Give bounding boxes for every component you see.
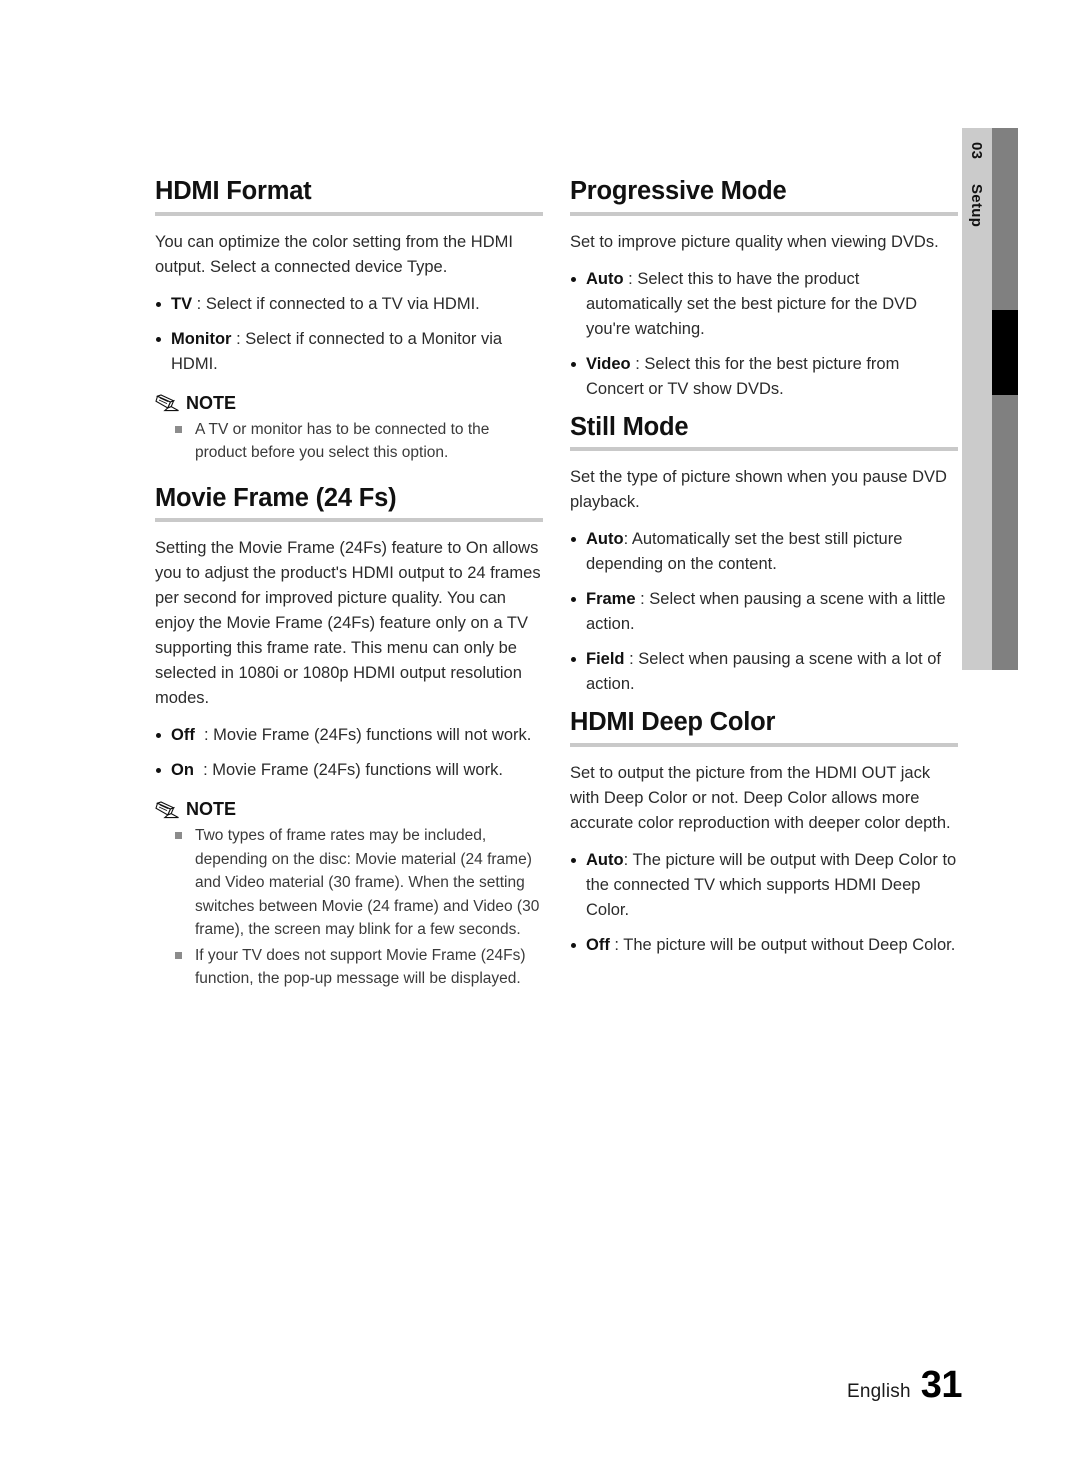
- footer-page-number: 31: [920, 1364, 963, 1406]
- section-heading: Progressive Mode: [570, 177, 787, 205]
- pencil-note-icon: [155, 800, 181, 820]
- option-description: Movie Frame (24Fs) functions will not wo…: [213, 726, 532, 745]
- option-list: Off : Movie Frame (24Fs) functions will …: [155, 723, 543, 783]
- option-separator: :: [193, 761, 213, 780]
- option-separator: :: [192, 294, 206, 313]
- chapter-name: Setup: [968, 184, 985, 228]
- section-heading: Still Mode: [570, 412, 689, 441]
- option-description: The picture will be output without Deep …: [623, 935, 956, 954]
- option-name: Off: [171, 726, 195, 745]
- section-heading: Movie Frame (24 Fs): [155, 483, 397, 512]
- option-list: Auto: The picture will be output with De…: [570, 848, 958, 958]
- note-list: A TV or monitor has to be connected to t…: [155, 418, 543, 465]
- option-list-item: Auto : Select this to have the product a…: [570, 267, 958, 342]
- chapter-tab-label-strip: 03 Setup: [962, 128, 992, 670]
- section-heading: HDMI Deep Color: [570, 708, 776, 737]
- option-description: The picture will be output with Deep Col…: [586, 850, 957, 919]
- option-separator: :: [231, 329, 246, 348]
- note-list-item: If your TV does not support Movie Frame …: [175, 944, 543, 991]
- chapter-number: 03: [968, 142, 985, 160]
- chapter-side-tab: 03 Setup: [962, 128, 1018, 670]
- section-heading-rule: [155, 211, 543, 216]
- option-list: Auto: Automatically set the best still p…: [570, 527, 958, 697]
- note-heading: NOTE: [155, 799, 543, 820]
- option-list-item: TV : Select if connected to a TV via HDM…: [155, 292, 543, 317]
- option-list-item: Auto: The picture will be output with De…: [570, 848, 958, 923]
- section-paragraph: You can optimize the color setting from …: [155, 232, 513, 276]
- chapter-tab-rail: [992, 128, 1018, 670]
- left-column: HDMI Format You can optimize the color se…: [155, 176, 543, 1009]
- option-separator: :: [635, 590, 650, 609]
- option-list-item: Field : Select when pausing a scene with…: [570, 647, 958, 697]
- option-list: Auto : Select this to have the product a…: [570, 267, 958, 402]
- option-name: Video: [586, 354, 631, 373]
- option-list-item: Video : Select this for the best picture…: [570, 352, 958, 402]
- section-paragraph: Set the type of picture shown when you p…: [570, 468, 947, 512]
- note-block: NOTE A TV or monitor has to be connected …: [155, 393, 543, 465]
- pencil-note-icon: [155, 393, 181, 413]
- option-separator: :: [623, 530, 632, 549]
- note-list-item: A TV or monitor has to be connected to t…: [175, 418, 543, 465]
- option-list-item: Frame : Select when pausing a scene with…: [570, 587, 958, 637]
- option-description: Select if connected to a TV via HDMI.: [205, 294, 480, 313]
- note-list: Two types of frame rates may be included…: [155, 824, 543, 991]
- option-description: Automatically set the best still picture…: [586, 530, 903, 574]
- option-name: Off: [586, 935, 610, 954]
- section-paragraph: Set to improve picture quality when view…: [570, 232, 939, 251]
- section-heading-rule: [570, 742, 958, 747]
- option-separator: :: [623, 269, 638, 288]
- note-label: NOTE: [186, 392, 237, 413]
- option-list-item: Monitor : Select if connected to a Monit…: [155, 327, 543, 377]
- option-name: TV: [171, 294, 193, 313]
- option-list-item: Auto: Automatically set the best still p…: [570, 527, 958, 577]
- option-name: Field: [586, 650, 625, 669]
- section-heading-rule: [570, 447, 958, 452]
- option-name: Monitor: [171, 329, 232, 348]
- option-name: Auto: [586, 530, 624, 549]
- chapter-tab-marker: [992, 310, 1018, 395]
- page-footer: English 31: [847, 1364, 963, 1407]
- note-block: NOTE Two types of frame rates may be incl…: [155, 799, 543, 991]
- note-heading: NOTE: [155, 393, 543, 414]
- right-column: Progressive Mode Set to improve picture q…: [570, 176, 958, 968]
- footer-language: English: [847, 1381, 911, 1402]
- option-name: Frame: [586, 590, 636, 609]
- option-separator: :: [630, 354, 645, 373]
- content-section: HDMI Format You can optimize the color se…: [155, 176, 543, 465]
- content-section: Movie Frame (24 Fs) Setting the Movie Fra…: [155, 483, 543, 991]
- content-section: Progressive Mode Set to improve picture q…: [570, 176, 958, 402]
- chapter-tab-text: 03 Setup: [962, 136, 992, 336]
- section-heading-rule: [570, 211, 958, 216]
- option-list-item: On : Movie Frame (24Fs) functions will w…: [155, 758, 543, 783]
- option-list: TV : Select if connected to a TV via HDM…: [155, 292, 543, 377]
- option-name: On: [171, 761, 194, 780]
- section-heading-rule: [155, 518, 543, 523]
- option-description: Select when pausing a scene with a lot o…: [586, 650, 941, 694]
- section-paragraph: Setting the Movie Frame (24Fs) feature t…: [155, 539, 541, 708]
- section-paragraph: Set to output the picture from the HDMI …: [570, 763, 951, 832]
- content-section: HDMI Deep Color Set to output the picture…: [570, 707, 958, 958]
- option-name: Auto: [586, 269, 624, 288]
- content-section: Still Mode Set the type of picture shown …: [570, 412, 958, 698]
- section-heading: HDMI Format: [155, 177, 312, 205]
- option-list-item: Off : Movie Frame (24Fs) functions will …: [155, 723, 543, 748]
- note-label: NOTE: [186, 799, 237, 820]
- option-separator: :: [194, 726, 214, 745]
- option-list-item: Off : The picture will be output without…: [570, 933, 958, 958]
- option-separator: :: [609, 935, 624, 954]
- option-name: Auto: [586, 850, 624, 869]
- option-separator: :: [624, 650, 639, 669]
- option-description: Movie Frame (24Fs) functions will work.: [212, 761, 503, 780]
- note-list-item: Two types of frame rates may be included…: [175, 824, 543, 942]
